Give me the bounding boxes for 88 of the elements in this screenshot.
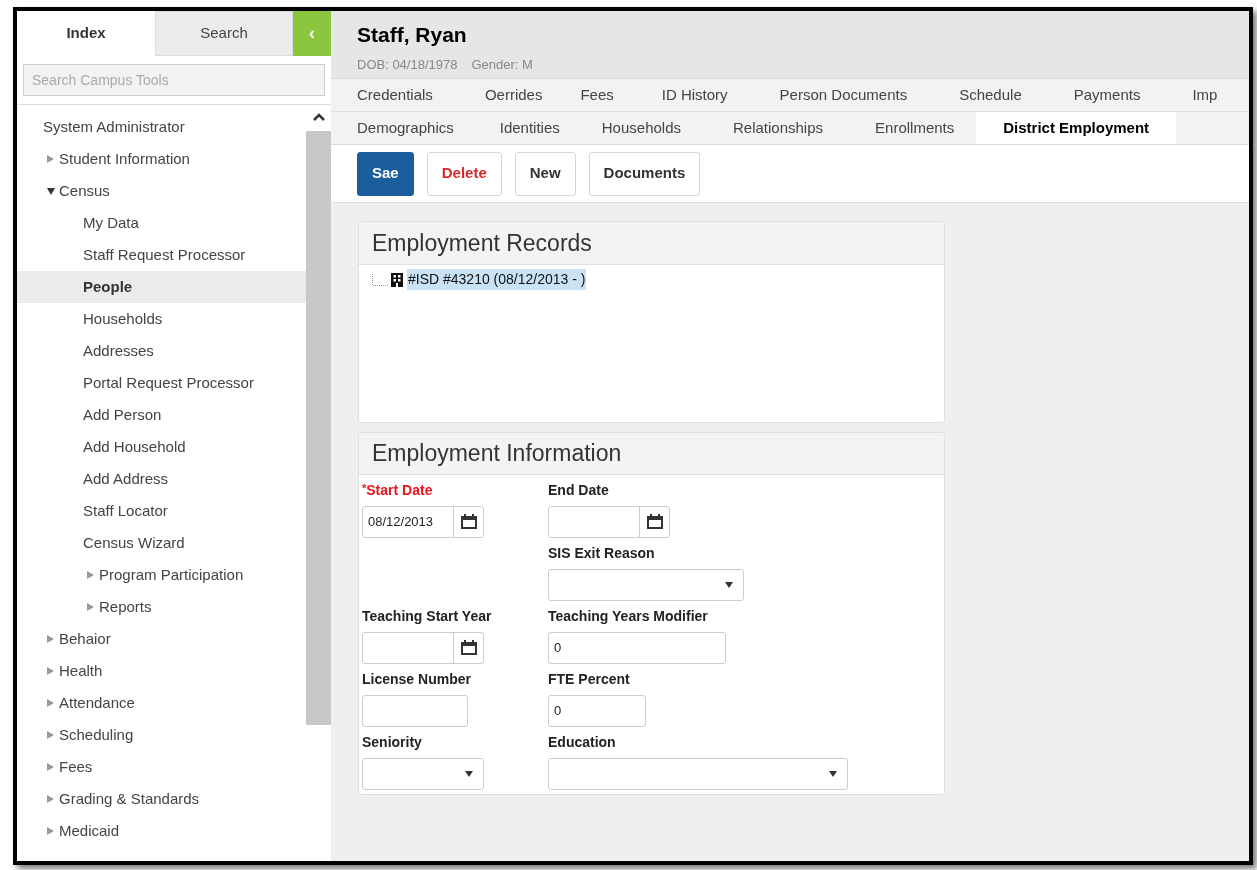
tab[interactable]: Relationships (717, 112, 840, 144)
date-field[interactable] (362, 632, 484, 664)
collapsed-arrow-icon[interactable] (47, 155, 54, 163)
tab[interactable]: Enrollments (859, 112, 971, 144)
toolbar-button[interactable]: Documents (588, 151, 701, 196)
collapsed-arrow-icon[interactable] (47, 795, 54, 803)
field-label: Teaching Years Modifier (548, 607, 709, 626)
date-field[interactable]: 08/12/2013 (362, 506, 484, 538)
tree-item[interactable]: Medicaid (17, 815, 306, 847)
tree-item[interactable]: Health (17, 655, 306, 687)
caret-icon (829, 771, 837, 777)
tree-item[interactable]: Student Information (17, 143, 306, 175)
dropdown-field[interactable] (548, 569, 744, 601)
collapsed-arrow-icon[interactable] (47, 827, 54, 835)
field-label: SIS Exit Reason (548, 544, 656, 563)
tab[interactable]: Fees (564, 79, 630, 111)
tab[interactable]: Oerrides (468, 79, 559, 111)
collapsed-arrow-icon[interactable] (47, 635, 54, 643)
scrollbar-thumb[interactable] (306, 131, 331, 725)
tree-item[interactable]: Add Household (17, 431, 306, 463)
tab[interactable]: Credentials (341, 79, 449, 111)
panel-title: Employment Records (359, 222, 944, 265)
date-of-birth: DOB: 04/18/1978 (357, 55, 458, 74)
dropdown-field[interactable] (548, 758, 848, 790)
tab[interactable]: Person Documents (763, 79, 924, 111)
gender: Gender: M (471, 55, 533, 74)
caret-icon (725, 582, 733, 588)
tree-item[interactable]: Addresses (17, 335, 306, 367)
panel-title: Employment Information (359, 433, 944, 475)
tab[interactable]: Identities (483, 112, 576, 144)
calendar-icon (459, 514, 478, 530)
tree-item[interactable]: Program Participation (17, 559, 306, 591)
collapsed-arrow-icon[interactable] (87, 571, 94, 579)
date-field[interactable] (548, 506, 670, 538)
tab[interactable]: District Employment (976, 112, 1177, 144)
tree-item[interactable]: Census Wizard (17, 527, 306, 559)
tree-item[interactable]: Behaior (17, 623, 306, 655)
caret-icon (465, 771, 473, 777)
toolbar-button[interactable]: New (514, 151, 576, 196)
field-label: End Date (548, 481, 610, 500)
record-item[interactable]: #ISD #43210 (08/12/2013 - ) (407, 269, 587, 290)
toolbar-button[interactable]: Delete (426, 151, 502, 196)
collapsed-arrow-icon[interactable] (47, 731, 54, 739)
collapsed-arrow-icon[interactable] (47, 699, 54, 707)
sidebar-tab[interactable]: Search (155, 11, 293, 56)
input-field[interactable] (362, 695, 468, 727)
tree-item[interactable]: Staff Request Processor (17, 239, 306, 271)
tree-item[interactable]: Households (17, 303, 306, 335)
expanded-arrow-icon[interactable] (47, 187, 55, 195)
building-icon (391, 272, 403, 287)
tree-item[interactable]: Attendance (17, 687, 306, 719)
field-label: License Number (362, 670, 472, 689)
tree-connector (372, 273, 389, 286)
search-field[interactable]: Search Campus Tools (23, 64, 325, 96)
tree-item[interactable]: Add Person (17, 399, 306, 431)
field-label: *Start Date (362, 481, 434, 500)
input-field[interactable]: 0 (548, 695, 646, 727)
tree-item[interactable]: Reports (17, 591, 306, 623)
field-label: Education (548, 733, 617, 752)
calendar-icon (645, 514, 664, 530)
calendar-icon (459, 640, 478, 656)
collapsed-arrow-icon[interactable] (47, 667, 54, 675)
field-label: Teaching Start Year (362, 607, 493, 626)
tree-item[interactable]: Fees (17, 751, 306, 783)
tree-item[interactable]: Add Address (17, 463, 306, 495)
field-label: Seniority (362, 733, 423, 752)
tree-item[interactable]: Scheduling (17, 719, 306, 751)
scroll-up-icon[interactable] (312, 113, 325, 121)
tab[interactable]: Payments (1057, 79, 1157, 111)
tree-item[interactable]: System Administrator (17, 111, 306, 143)
tab[interactable]: Schedule (943, 79, 1038, 111)
tab[interactable]: ID History (645, 79, 744, 111)
tree-item[interactable]: Portal Request Processor (17, 367, 306, 399)
tree-item[interactable]: Grading & Standards (17, 783, 306, 815)
tab[interactable]: Imp (1176, 79, 1234, 111)
field-label: FTE Percent (548, 670, 631, 689)
tree-item[interactable]: Census (17, 175, 306, 207)
toolbar-button[interactable]: Sae (357, 151, 414, 196)
collapsed-arrow-icon[interactable] (87, 603, 94, 611)
tree-item[interactable]: Staff Locator (17, 495, 306, 527)
person-name: Staff, Ryan (357, 22, 468, 48)
tab[interactable]: Households (585, 112, 697, 144)
dropdown-field[interactable] (362, 758, 484, 790)
tab[interactable]: Demographics (341, 112, 470, 144)
tree-item[interactable]: My Data (17, 207, 306, 239)
tree-item[interactable]: People (17, 271, 306, 303)
collapsed-arrow-icon[interactable] (47, 763, 54, 771)
input-field[interactable]: 0 (548, 632, 726, 664)
